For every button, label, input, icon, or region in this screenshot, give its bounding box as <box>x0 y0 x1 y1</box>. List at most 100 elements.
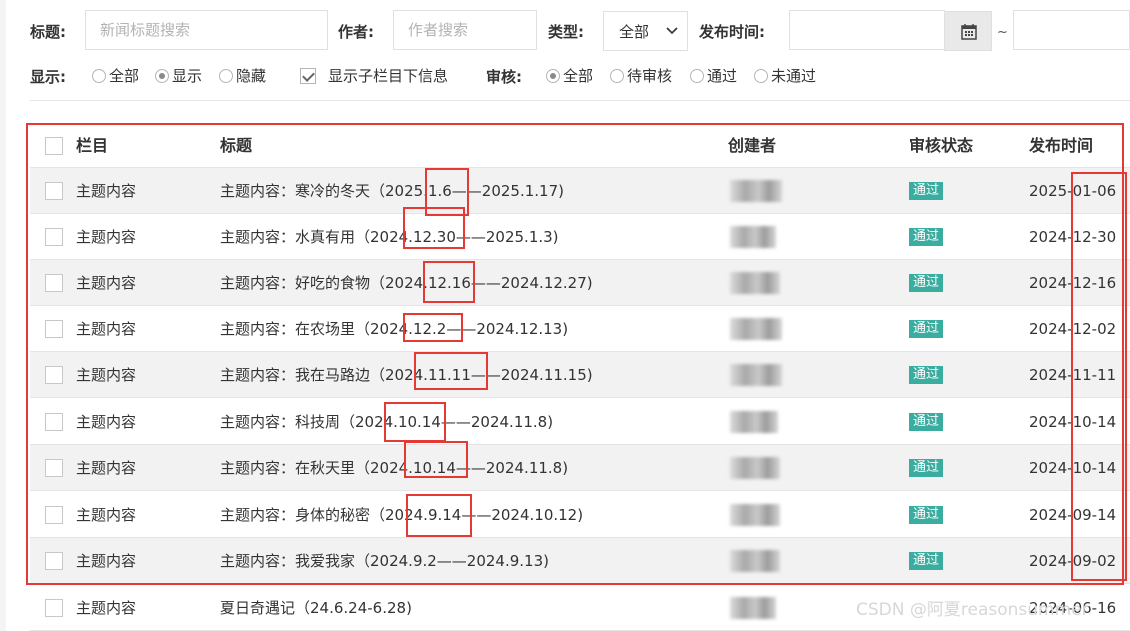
table-row[interactable]: 主题内容 主题内容：好吃的食物（2024.12.16——2024.12.27) … <box>30 260 1130 306</box>
review-option-rejected[interactable]: 未通过 <box>754 66 816 86</box>
row-date: 2024-10-14 <box>1029 459 1117 477</box>
radio-icon[interactable] <box>92 69 106 83</box>
creator-redacted <box>730 457 780 479</box>
status-badge: 通过 <box>909 506 944 524</box>
header-publish-date: 发布时间 <box>1029 136 1094 155</box>
row-column: 主题内容 <box>76 552 137 570</box>
row-checkbox[interactable] <box>45 506 63 524</box>
row-date: 2024-09-02 <box>1029 552 1117 570</box>
table-row[interactable]: 主题内容 主题内容：我爱我家（2024.9.2——2024.9.13) 通过 2… <box>30 538 1130 584</box>
row-column: 主题内容 <box>76 506 137 524</box>
table-row[interactable]: 主题内容 主题内容：在农场里（2024.12.2——2024.12.13) 通过… <box>30 306 1130 352</box>
select-all-checkbox[interactable] <box>45 137 63 155</box>
row-column: 主题内容 <box>76 320 137 338</box>
row-date: 2024-12-30 <box>1029 228 1117 246</box>
creator-redacted <box>730 364 782 386</box>
row-column: 主题内容 <box>76 366 137 384</box>
status-badge: 通过 <box>909 320 944 338</box>
row-checkbox[interactable] <box>45 182 63 200</box>
table-header: 栏目 标题 创建者 审核状态 发布时间 <box>30 125 1130 168</box>
row-title[interactable]: 夏日奇遇记（24.6.24-6.28) <box>220 598 412 618</box>
review-option-all[interactable]: 全部 <box>546 66 593 86</box>
row-checkbox[interactable] <box>45 320 63 338</box>
title-search-input[interactable] <box>85 10 328 50</box>
radio-icon[interactable] <box>754 69 768 83</box>
row-date: 2024-12-02 <box>1029 320 1117 338</box>
display-option-show[interactable]: 显示 <box>155 66 202 86</box>
news-admin-page: 标题: 作者: 类型: 全部 发布时间: ~ 显示: 全部 显示 隐藏 显示子栏… <box>0 0 1130 631</box>
creator-redacted <box>730 318 782 340</box>
status-badge: 通过 <box>909 413 944 431</box>
status-badge: 通过 <box>909 459 944 477</box>
row-date: 2025-01-06 <box>1029 182 1117 200</box>
table-row[interactable]: 主题内容 主题内容：在秋天里（2024.10.14——2024.11.8) 通过… <box>30 445 1130 491</box>
radio-selected-icon[interactable] <box>546 69 560 83</box>
calendar-button[interactable] <box>944 11 992 51</box>
row-column: 主题内容 <box>76 228 137 246</box>
type-filter-label: 类型: <box>548 23 584 41</box>
date-filter-label: 发布时间: <box>699 23 765 41</box>
header-creator: 创建者 <box>728 136 777 155</box>
row-checkbox[interactable] <box>45 599 63 617</box>
creator-redacted <box>730 180 782 202</box>
author-filter-label: 作者: <box>338 23 374 41</box>
header-title: 标题 <box>220 136 253 155</box>
left-edge <box>0 0 6 631</box>
row-title[interactable]: 主题内容：在农场里（2024.12.2——2024.12.13) <box>220 319 568 339</box>
row-checkbox[interactable] <box>45 366 63 384</box>
review-option-passed[interactable]: 通过 <box>690 66 737 86</box>
review-option-pending[interactable]: 待审核 <box>610 66 672 86</box>
row-title[interactable]: 主题内容：好吃的食物（2024.12.16——2024.12.27) <box>220 273 593 293</box>
watermark: CSDN @阿夏reasonsummer <box>856 600 1089 620</box>
chevron-down-icon <box>666 27 678 35</box>
header-review-status: 审核状态 <box>909 136 974 155</box>
end-date-input[interactable] <box>1013 10 1130 50</box>
status-badge: 通过 <box>909 228 944 246</box>
row-date: 2024-11-11 <box>1029 366 1117 384</box>
radio-icon[interactable] <box>219 69 233 83</box>
header-column: 栏目 <box>76 136 109 155</box>
row-title[interactable]: 主题内容：身体的秘密（2024.9.14——2024.10.12) <box>220 505 583 525</box>
status-badge: 通过 <box>909 366 944 384</box>
creator-redacted <box>730 504 780 526</box>
status-badge: 通过 <box>909 274 944 292</box>
checkbox-checked-icon[interactable] <box>300 68 316 84</box>
row-title[interactable]: 主题内容：水真有用（2024.12.30——2025.1.3) <box>220 227 559 247</box>
row-checkbox[interactable] <box>45 274 63 292</box>
display-option-hide[interactable]: 隐藏 <box>219 66 266 86</box>
table-row[interactable]: 主题内容 主题内容：我在马路边（2024.11.11——2024.11.15) … <box>30 352 1130 398</box>
review-filter-label: 审核: <box>486 68 522 86</box>
radio-icon[interactable] <box>690 69 704 83</box>
table-row[interactable]: 主题内容 主题内容：身体的秘密（2024.9.14——2024.10.12) 通… <box>30 492 1130 538</box>
row-checkbox[interactable] <box>45 552 63 570</box>
date-range-separator: ~ <box>997 25 1008 40</box>
row-column: 主题内容 <box>76 274 137 292</box>
table-row[interactable]: 主题内容 主题内容：寒冷的冬天（2025.1.6——2025.1.17) 通过 … <box>30 168 1130 214</box>
start-date-input[interactable] <box>789 10 945 50</box>
row-title[interactable]: 主题内容：在秋天里（2024.10.14——2024.11.8) <box>220 458 568 478</box>
row-title[interactable]: 主题内容：我在马路边（2024.11.11——2024.11.15) <box>220 365 593 385</box>
table-row[interactable]: 主题内容 主题内容：科技周（2024.10.14——2024.11.8) 通过 … <box>30 399 1130 445</box>
row-date: 2024-10-14 <box>1029 413 1117 431</box>
creator-redacted <box>730 272 780 294</box>
radio-selected-icon[interactable] <box>155 69 169 83</box>
creator-redacted <box>730 550 780 572</box>
filter-divider <box>30 100 1130 101</box>
row-title[interactable]: 主题内容：我爱我家（2024.9.2——2024.9.13) <box>220 551 549 571</box>
row-date: 2024-12-16 <box>1029 274 1117 292</box>
row-checkbox[interactable] <box>45 459 63 477</box>
row-title[interactable]: 主题内容：寒冷的冬天（2025.1.6——2025.1.17) <box>220 181 564 201</box>
author-search-input[interactable] <box>393 10 537 50</box>
display-option-all[interactable]: 全部 <box>92 66 139 86</box>
subcolumn-checkbox[interactable]: 显示子栏目下信息 <box>300 66 448 86</box>
row-title[interactable]: 主题内容：科技周（2024.10.14——2024.11.8) <box>220 412 553 432</box>
table-row[interactable]: 主题内容 主题内容：水真有用（2024.12.30——2025.1.3) 通过 … <box>30 214 1130 260</box>
radio-icon[interactable] <box>610 69 624 83</box>
row-date: 2024-09-14 <box>1029 506 1117 524</box>
row-column: 主题内容 <box>76 182 137 200</box>
type-select[interactable]: 全部 <box>603 11 688 51</box>
row-checkbox[interactable] <box>45 228 63 246</box>
row-column: 主题内容 <box>76 459 137 477</box>
status-badge: 通过 <box>909 182 944 200</box>
row-checkbox[interactable] <box>45 413 63 431</box>
